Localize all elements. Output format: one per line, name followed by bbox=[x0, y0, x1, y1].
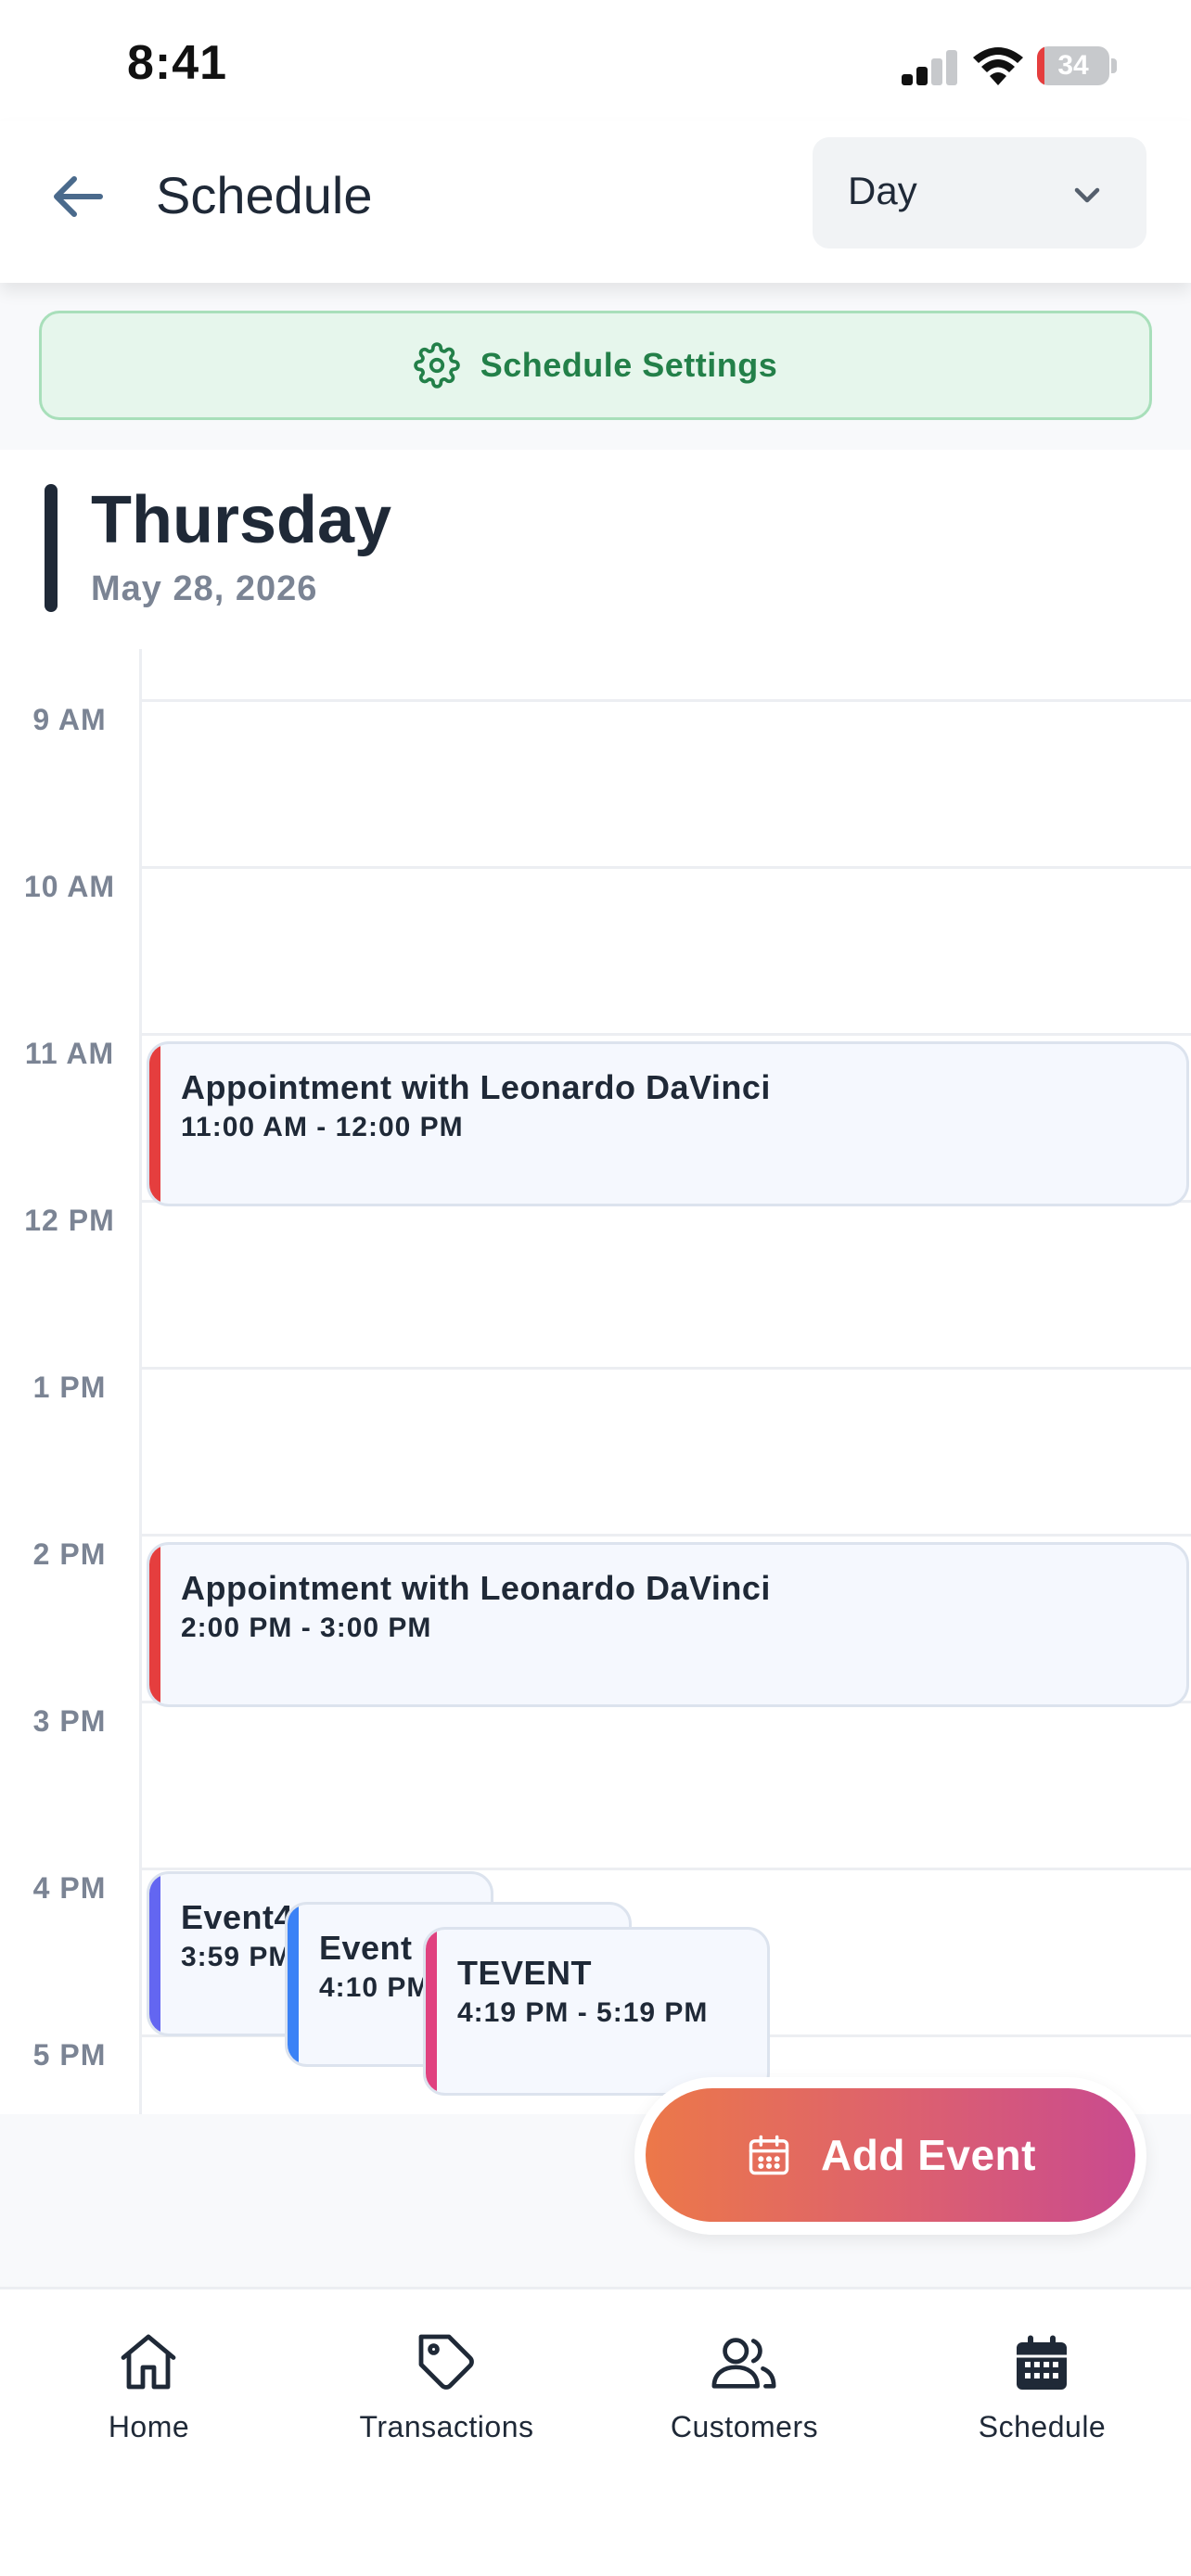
tab-home[interactable]: Home bbox=[0, 2306, 298, 2455]
tab-label: Schedule bbox=[978, 2410, 1107, 2443]
settings-band: Schedule Settings bbox=[0, 283, 1191, 450]
event-title: Appointment with Leonardo DaVinci bbox=[181, 1569, 771, 1607]
event-card[interactable]: TEVENT 4:19 PM - 5:19 PM bbox=[423, 1927, 770, 2096]
schedule-settings-button[interactable]: Schedule Settings bbox=[39, 311, 1152, 420]
hour-line bbox=[139, 866, 1191, 869]
chevron-down-icon bbox=[1074, 187, 1100, 203]
day-date: May 28, 2026 bbox=[91, 569, 318, 608]
back-button[interactable] bbox=[39, 158, 117, 236]
day-name: Thursday bbox=[91, 483, 392, 557]
event-card[interactable]: Appointment with Leonardo DaVinci 11:00 … bbox=[147, 1041, 1189, 1206]
event-time: 2:00 PM - 3:00 PM bbox=[181, 1613, 432, 1643]
event-time: 4:10 PM bbox=[319, 1972, 431, 2003]
schedule-settings-label: Schedule Settings bbox=[480, 346, 778, 384]
view-select[interactable]: Day bbox=[813, 137, 1146, 249]
day-accent-bar bbox=[45, 484, 58, 612]
calendar-icon bbox=[1017, 2335, 1067, 2390]
view-select-value: Day bbox=[848, 169, 917, 212]
hour-label: 5 PM bbox=[32, 2038, 107, 2072]
event-color-stripe bbox=[149, 1044, 160, 1204]
battery-icon: 34 bbox=[1037, 46, 1117, 85]
hour-line bbox=[139, 699, 1191, 702]
hour-label: 10 AM bbox=[23, 870, 116, 903]
hour-line bbox=[139, 1367, 1191, 1370]
event-color-stripe bbox=[288, 1905, 299, 2064]
tag-icon bbox=[418, 2334, 474, 2390]
event-card[interactable]: Appointment with Leonardo DaVinci 2:00 P… bbox=[147, 1542, 1189, 1707]
tab-label: Home bbox=[108, 2410, 190, 2443]
tab-customers[interactable]: Customers bbox=[596, 2306, 893, 2455]
home-icon bbox=[121, 2334, 176, 2390]
tab-bar: Home Transactions Customers Schedule bbox=[0, 2287, 1191, 2576]
event-color-stripe bbox=[149, 1874, 160, 2034]
wifi-icon bbox=[973, 47, 1023, 85]
hour-line bbox=[139, 1534, 1191, 1537]
hour-label: 2 PM bbox=[32, 1537, 107, 1571]
hour-label: 9 AM bbox=[32, 703, 107, 736]
hour-label: 1 PM bbox=[32, 1371, 107, 1404]
hour-label: 11 AM bbox=[24, 1037, 115, 1070]
signal-icon bbox=[902, 50, 957, 85]
day-timeline: 9 AM 10 AM 11 AM 12 PM 1 PM 2 PM 3 PM 4 … bbox=[0, 649, 1191, 2114]
hour-line bbox=[139, 1868, 1191, 1870]
event-title: TEVENT bbox=[457, 1954, 593, 1992]
hour-line bbox=[139, 1033, 1191, 1036]
tab-transactions[interactable]: Transactions bbox=[298, 2306, 596, 2455]
event-time: 4:19 PM - 5:19 PM bbox=[457, 1997, 709, 2028]
event-time: 11:00 AM - 12:00 PM bbox=[181, 1112, 464, 1142]
event-time: 3:59 PM bbox=[181, 1942, 293, 1972]
arrow-left-icon bbox=[54, 176, 103, 217]
event-title: Event4 bbox=[181, 1898, 294, 1936]
hour-label: 12 PM bbox=[24, 1204, 115, 1237]
event-title: Appointment with Leonardo DaVinci bbox=[181, 1068, 771, 1106]
timeline-axis bbox=[139, 649, 142, 2114]
add-event-button[interactable]: Add Event bbox=[646, 2088, 1135, 2222]
header: Schedule Day bbox=[0, 121, 1191, 283]
event-color-stripe bbox=[149, 1545, 160, 1704]
status-bar: 8:41 34 bbox=[0, 0, 1191, 121]
tab-label: Customers bbox=[670, 2410, 819, 2443]
tab-schedule[interactable]: Schedule bbox=[893, 2306, 1191, 2455]
event-color-stripe bbox=[426, 1930, 437, 2093]
gear-icon bbox=[413, 342, 460, 389]
tab-label: Transactions bbox=[359, 2410, 534, 2443]
battery-level: 34 bbox=[1057, 50, 1089, 81]
hour-label: 4 PM bbox=[32, 1871, 107, 1905]
page-title: Schedule bbox=[156, 166, 373, 224]
calendar-icon bbox=[749, 2135, 789, 2175]
status-time: 8:41 bbox=[127, 36, 228, 90]
add-event-label: Add Event bbox=[821, 2131, 1036, 2179]
hour-label: 3 PM bbox=[32, 1704, 107, 1738]
users-icon bbox=[711, 2338, 776, 2389]
event-title: Event bbox=[319, 1929, 413, 1967]
